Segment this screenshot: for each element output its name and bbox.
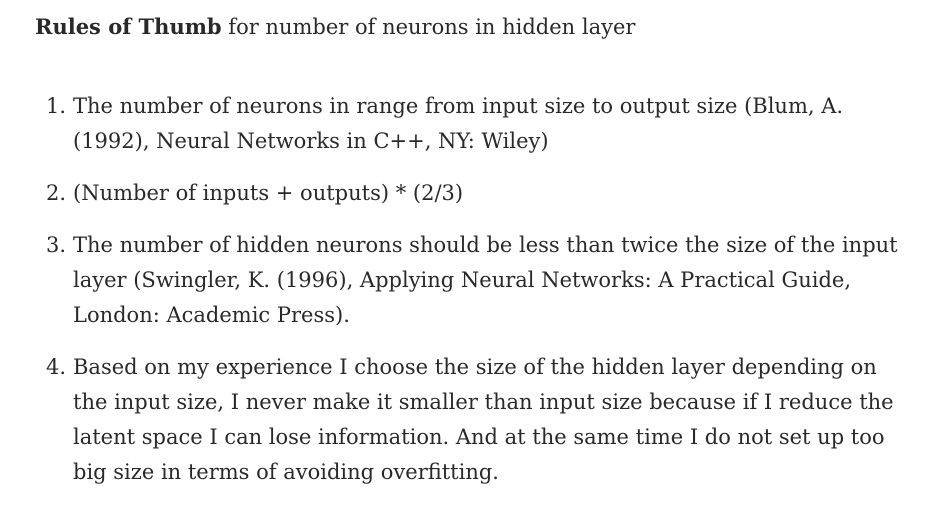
list-item-text: The number of neurons in range from inpu…	[73, 94, 844, 153]
list-item: 2. (Number of inputs + outputs) * (2/3)	[0, 176, 900, 211]
list-item-text: (Number of inputs + outputs) * (2/3)	[73, 181, 464, 205]
list-item-number: 4.	[46, 355, 67, 379]
list-item-number: 2.	[46, 181, 67, 205]
heading-rest-text: for number of neurons in hidden layer	[221, 15, 636, 39]
section-heading: Rules of Thumb for number of neurons in …	[35, 11, 635, 43]
heading-bold-text: Rules of Thumb	[35, 14, 222, 39]
list-item: 3. The number of hidden neurons should b…	[0, 228, 900, 333]
document-body: Rules of Thumb for number of neurons in …	[0, 0, 947, 502]
list-item-text: Based on my experience I choose the size…	[73, 355, 894, 484]
list-item: 4. Based on my experience I choose the s…	[0, 350, 900, 490]
rules-list: 1. The number of neurons in range from i…	[0, 89, 900, 507]
list-item-number: 3.	[46, 233, 67, 257]
list-item-text: The number of hidden neurons should be l…	[73, 233, 898, 327]
list-item-number: 1.	[46, 94, 67, 118]
list-item: 1. The number of neurons in range from i…	[0, 89, 900, 159]
